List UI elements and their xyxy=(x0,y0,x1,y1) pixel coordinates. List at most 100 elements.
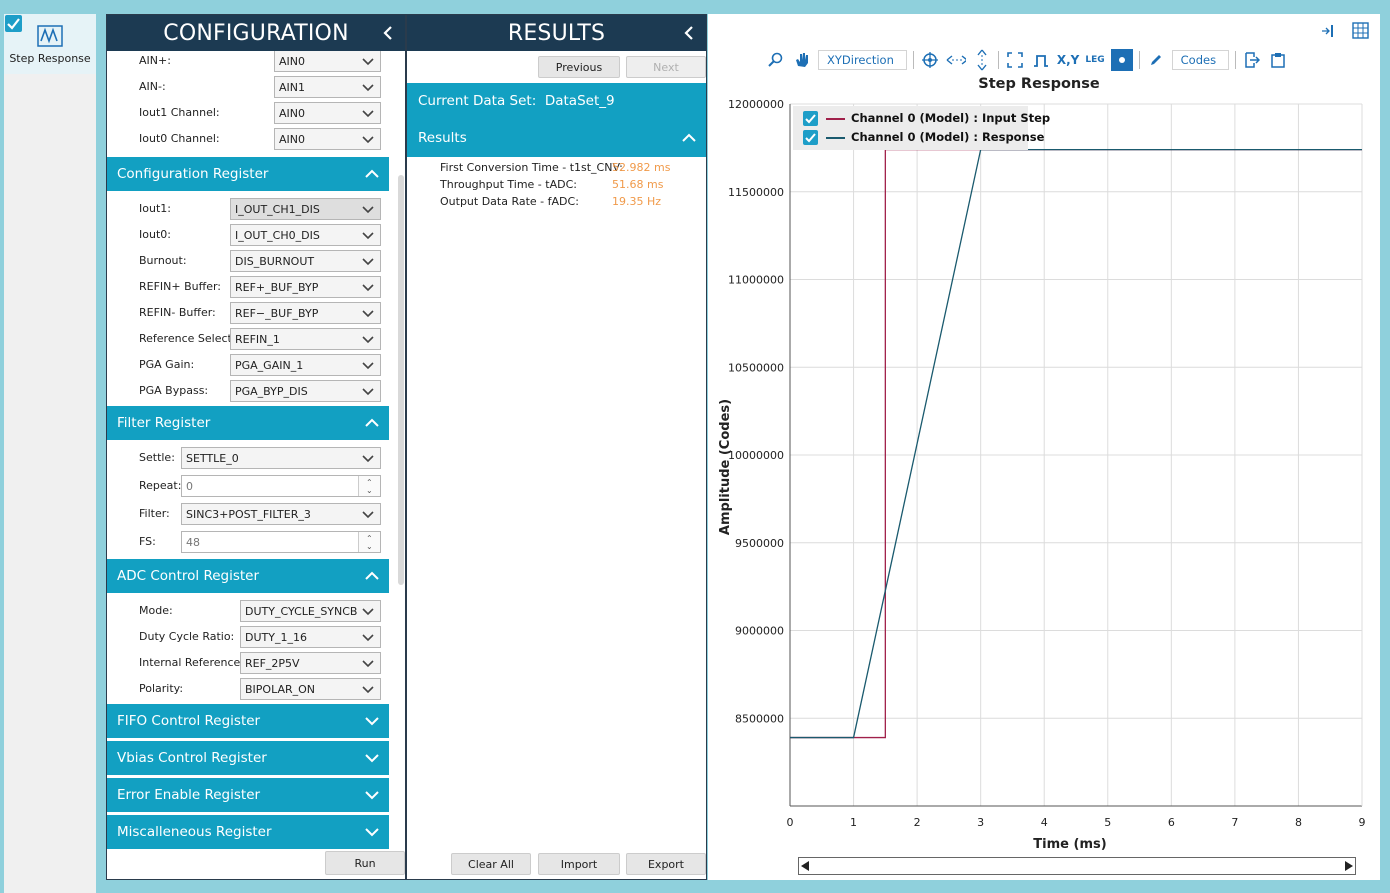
spinner-buttons[interactable]: ⌃ ⌄ xyxy=(358,476,380,496)
previous-button[interactable]: Previous xyxy=(538,56,620,78)
dropdown[interactable]: I_OUT_CH1_DIS xyxy=(230,198,381,220)
chevron-up-icon[interactable] xyxy=(682,133,696,143)
chevron-down-icon[interactable] xyxy=(365,827,379,837)
section-title: Vbias Control Register xyxy=(117,750,267,766)
chevron-up-icon[interactable] xyxy=(365,571,379,581)
configuration-scrollbar[interactable] xyxy=(398,175,404,585)
chevron-up-icon[interactable] xyxy=(365,169,379,179)
x-tick-label: 0 xyxy=(787,816,794,829)
field-label: PGA Bypass: xyxy=(139,384,209,397)
section-header[interactable]: FIFO Control Register xyxy=(107,704,389,738)
scroll-left-icon[interactable] xyxy=(801,861,809,871)
configuration-header: CONFIGURATION xyxy=(107,15,405,51)
dropdown[interactable]: BIPOLAR_ON xyxy=(240,678,381,700)
section-header[interactable]: ADC Control Register xyxy=(107,559,389,593)
legend-label: Channel 0 (Model) : Input Step xyxy=(851,111,1051,125)
dropdown[interactable]: REFIN_1 xyxy=(230,328,381,350)
collapse-left-icon[interactable] xyxy=(381,25,395,41)
x-axis-label: Time (ms) xyxy=(1033,837,1106,852)
results-title: RESULTS xyxy=(507,20,606,46)
y-tick-label: 12000000 xyxy=(728,98,784,111)
chevron-down-icon[interactable] xyxy=(365,753,379,763)
dropdown[interactable]: REF_2P5V xyxy=(240,652,381,674)
section-header[interactable]: Configuration Register xyxy=(107,157,389,191)
dropdown[interactable]: REF−_BUF_BYP xyxy=(230,302,381,324)
numeric-spinner[interactable]: 48 ⌃ ⌄ xyxy=(181,531,381,553)
tile-checkbox[interactable] xyxy=(5,15,22,32)
dropdown[interactable]: DUTY_CYCLE_SYNCB xyxy=(240,600,381,622)
chevron-down-icon xyxy=(362,110,374,118)
chevron-down-icon xyxy=(362,660,374,668)
dropdown-value: PGA_BYP_DIS xyxy=(235,385,308,398)
field-label: Iout0 Channel: xyxy=(139,132,220,145)
section-header[interactable]: Filter Register xyxy=(107,406,389,440)
dropdown[interactable]: AIN1 xyxy=(274,76,381,98)
section-header[interactable]: Error Enable Register xyxy=(107,778,389,812)
config-row: PGA Bypass: PGA_BYP_DIS xyxy=(107,378,389,404)
dropdown[interactable]: PGA_BYP_DIS xyxy=(230,380,381,402)
scroll-right-icon[interactable] xyxy=(1345,861,1353,871)
config-row: Polarity: BIPOLAR_ON xyxy=(107,676,389,702)
spinner-buttons[interactable]: ⌃ ⌄ xyxy=(358,532,380,552)
collapse-left-icon[interactable] xyxy=(682,25,696,41)
dropdown-value: DIS_BURNOUT xyxy=(235,255,315,268)
y-tick-label: 9000000 xyxy=(735,625,784,638)
chevron-down-icon[interactable] xyxy=(365,790,379,800)
export-button[interactable]: Export xyxy=(626,853,706,875)
y-tick-label: 10500000 xyxy=(728,361,784,374)
dropdown-value: PGA_GAIN_1 xyxy=(235,359,304,372)
dropdown[interactable]: DIS_BURNOUT xyxy=(230,250,381,272)
check-icon xyxy=(7,18,20,30)
result-row: Throughput Time - tADC: 51.68 ms xyxy=(440,178,700,195)
chevron-down-icon xyxy=(362,58,374,66)
section-header[interactable]: Miscalleneous Register xyxy=(107,815,389,849)
config-row: FS: 48 ⌃ ⌄ xyxy=(107,529,389,555)
run-button[interactable]: Run xyxy=(325,851,405,875)
y-tick-label: 8500000 xyxy=(735,712,784,725)
dataset-bar: Current Data Set: DataSet_9 Results xyxy=(407,83,706,157)
legend-swatch xyxy=(826,118,845,120)
legend-checkbox[interactable] xyxy=(803,111,818,126)
check-icon xyxy=(805,114,816,124)
import-button[interactable]: Import xyxy=(538,853,620,875)
dropdown[interactable]: SETTLE_0 xyxy=(181,447,381,469)
config-row: Iout0: I_OUT_CH0_DIS xyxy=(107,222,389,248)
section-header[interactable]: Vbias Control Register xyxy=(107,741,389,775)
y-tick-label: 10000000 xyxy=(728,449,784,462)
dropdown-value: REFIN_1 xyxy=(235,333,280,346)
clear-all-button[interactable]: Clear All xyxy=(451,853,531,875)
dropdown-value: SINC3+POST_FILTER_3 xyxy=(186,508,311,521)
section-title: Configuration Register xyxy=(117,166,269,182)
dropdown[interactable]: SINC3+POST_FILTER_3 xyxy=(181,503,381,525)
field-label: Internal Reference: xyxy=(139,656,244,669)
dropdown[interactable]: REF+_BUF_BYP xyxy=(230,276,381,298)
dropdown[interactable]: AIN0 xyxy=(274,102,381,124)
x-tick-label: 9 xyxy=(1359,816,1366,829)
dropdown-value: AIN0 xyxy=(279,133,305,146)
field-label: REFIN- Buffer: xyxy=(139,306,216,319)
scroll-track[interactable] xyxy=(813,859,1341,873)
dropdown[interactable]: AIN0 xyxy=(274,51,381,72)
field-label: Iout0: xyxy=(139,228,171,241)
dropdown[interactable]: I_OUT_CH0_DIS xyxy=(230,224,381,246)
dropdown[interactable]: PGA_GAIN_1 xyxy=(230,354,381,376)
spin-down-icon[interactable]: ⌄ xyxy=(366,543,373,551)
dropdown-value: REF+_BUF_BYP xyxy=(235,281,319,294)
dropdown[interactable]: AIN0 xyxy=(274,128,381,150)
chart-horizontal-scrollbar[interactable] xyxy=(798,857,1356,875)
results-section-label[interactable]: Results xyxy=(418,130,467,146)
field-label: Polarity: xyxy=(139,682,184,695)
y-tick-label: 11500000 xyxy=(728,186,784,199)
numeric-spinner[interactable]: 0 ⌃ ⌄ xyxy=(181,475,381,497)
chevron-down-icon[interactable] xyxy=(365,716,379,726)
result-row: First Conversion Time - t1st_CNV: 52.982 … xyxy=(440,161,700,178)
dropdown-value: AIN1 xyxy=(279,81,305,94)
chevron-up-icon[interactable] xyxy=(365,418,379,428)
spinner-value: 0 xyxy=(186,480,193,493)
next-button[interactable]: Next xyxy=(626,56,706,78)
dropdown[interactable]: DUTY_1_16 xyxy=(240,626,381,648)
left-strip-panel xyxy=(4,14,96,893)
y-axis-label: Amplitude (Codes) xyxy=(718,399,733,535)
legend-checkbox[interactable] xyxy=(803,130,818,145)
spin-down-icon[interactable]: ⌄ xyxy=(366,487,373,495)
